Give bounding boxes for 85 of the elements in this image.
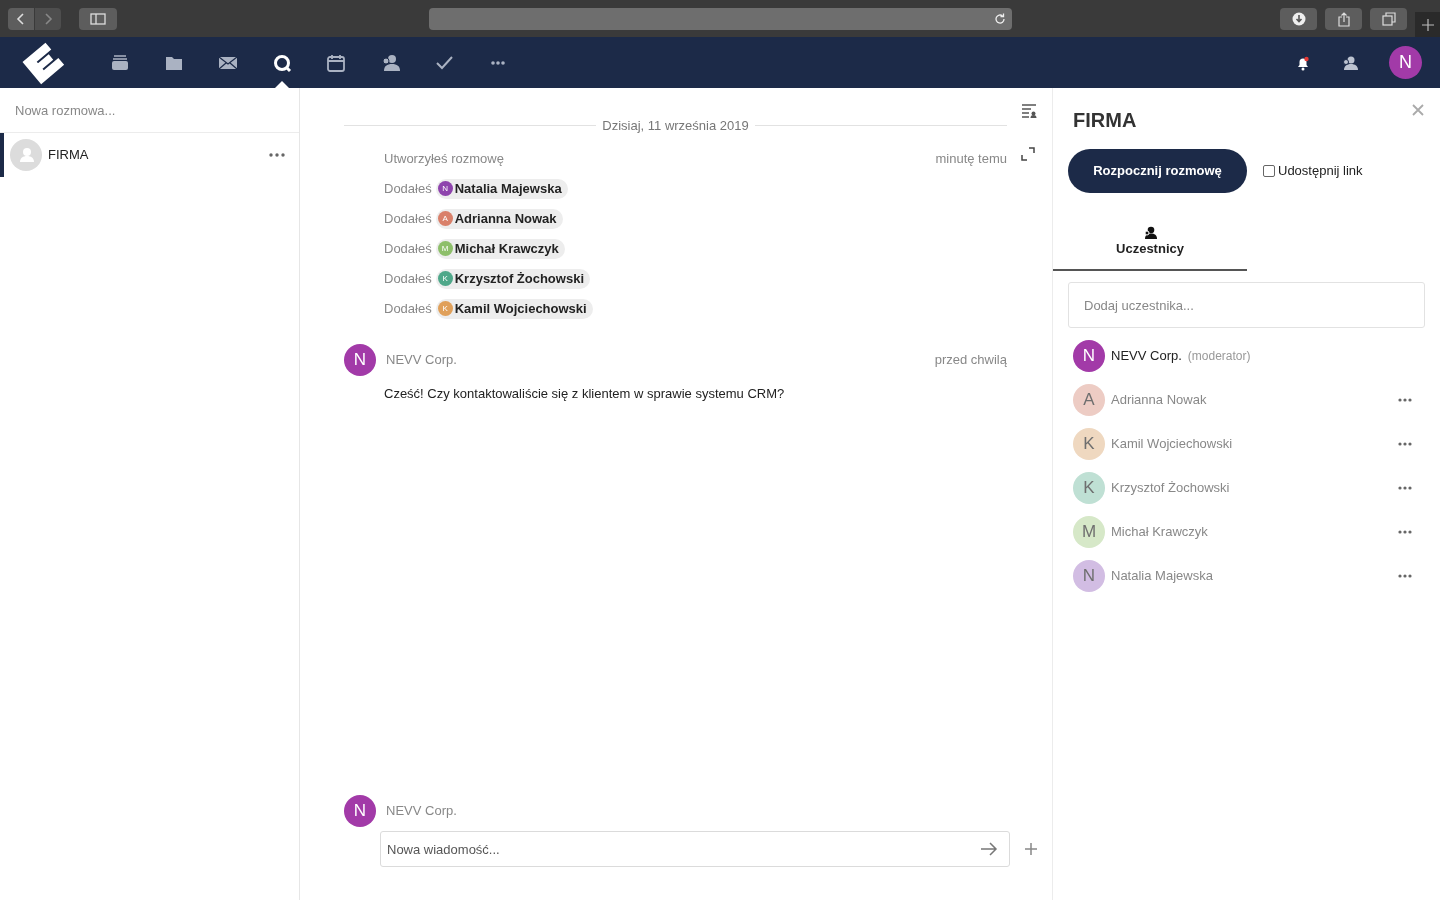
mention-name: Natalia Majewska (454, 179, 562, 198)
back-icon (16, 12, 26, 25)
plus-icon (1421, 18, 1434, 31)
date-separator: Dzisiaj, 11 września 2019 (601, 117, 750, 135)
participant-name: Michał Krawczyk (1111, 523, 1208, 542)
contacts-icon (380, 52, 400, 73)
mention-avatar: M (437, 241, 453, 256)
checkbox[interactable] (1263, 165, 1275, 177)
system-message: Dodałeś (384, 239, 432, 258)
mention-avatar: N (437, 181, 453, 196)
system-message: Utworzyłeś rozmowę (384, 149, 504, 168)
user-mention[interactable]: K Krzysztof Żochowski (435, 268, 590, 289)
more-icon[interactable] (1398, 530, 1412, 534)
user-mention[interactable]: A Adrianna Nowak (435, 208, 563, 229)
participant-avatar: N (1073, 560, 1105, 592)
new-tab-button[interactable] (1415, 12, 1440, 37)
participant-avatar: N (1073, 340, 1105, 372)
chat-icon (272, 52, 292, 73)
calendar-icon (326, 52, 346, 73)
contacts-icon[interactable] (1341, 54, 1359, 71)
participant-name: Kamil Wojciechowski (1111, 435, 1233, 454)
more-icon[interactable] (1398, 486, 1412, 490)
tab[interactable]: Uczestnicy (1053, 215, 1247, 271)
participant-role: (moderator) (1187, 348, 1251, 365)
share-button[interactable] (1325, 8, 1362, 30)
participant-name: NEVV Corp. (1111, 347, 1182, 366)
participant-avatar: K (1073, 428, 1105, 460)
participant-avatar: K (1073, 472, 1105, 504)
avatar: N (344, 343, 376, 376)
participant-name: Krzysztof Żochowski (1111, 479, 1230, 498)
system-message: Dodałeś (384, 299, 432, 318)
downloads-button[interactable] (1280, 8, 1317, 30)
tabs-icon (1381, 12, 1396, 26)
sidebar-toggle-icon[interactable] (1021, 103, 1037, 119)
sidebar-icon (90, 12, 106, 25)
user-mention[interactable]: K Kamil Wojciechowski (435, 298, 593, 319)
user-mention[interactable]: M Michał Krawczyk (435, 238, 565, 259)
timestamp: minutę temu (935, 149, 1007, 168)
mention-avatar: A (437, 211, 453, 226)
panel-title: FIRMA (1073, 108, 1137, 133)
more-icon[interactable] (1398, 442, 1412, 446)
mention-avatar: K (437, 301, 453, 316)
back-button[interactable] (8, 7, 34, 30)
message-input[interactable]: Nowa wiadomość... (380, 831, 1010, 867)
reload-icon[interactable] (994, 13, 1006, 25)
more-icon[interactable] (269, 153, 285, 157)
tabs-button[interactable] (1370, 8, 1407, 30)
mention-avatar: K (437, 271, 453, 286)
conversation-name: FIRMA (48, 146, 90, 165)
participant-name: Natalia Majewska (1111, 567, 1213, 586)
system-message: Dodałeś (384, 269, 432, 288)
add-participant-field[interactable]: Dodaj uczestnika... (1068, 282, 1425, 328)
participant-name: Adrianna Nowak (1111, 391, 1207, 410)
start-call-button[interactable]: Rozpocznij rozmowę (1068, 149, 1247, 193)
message-text: Cześć! Czy kontaktowaliście się z klientem w sprawie systemu CRM? (384, 384, 786, 403)
user-mention[interactable]: N Natalia Majewska (435, 178, 568, 199)
participant-avatar: A (1073, 384, 1105, 416)
download-icon (1291, 12, 1306, 26)
checkbox-label: Udostępnij link (1278, 162, 1363, 181)
share-icon (1337, 11, 1350, 27)
mention-name: Kamil Wojciechowski (454, 299, 587, 318)
user-avatar[interactable]: N (1389, 46, 1422, 79)
timestamp: przed chwilą (934, 350, 1007, 369)
mention-name: Adrianna Nowak (454, 209, 557, 228)
stack-icon (110, 52, 130, 73)
group-avatar-icon (10, 139, 42, 171)
participants-icon (1143, 225, 1157, 239)
notification-bell-icon[interactable] (1295, 54, 1311, 71)
avatar: N (344, 795, 376, 827)
author-name: NEVV Corp. (386, 350, 457, 369)
conversation-item[interactable]: FIRMA (0, 133, 299, 177)
send-icon[interactable] (980, 842, 998, 856)
sidebar-toggle-button[interactable] (79, 7, 117, 30)
author-name: NEVV Corp. (386, 802, 457, 821)
system-message: Dodałeś (384, 209, 432, 228)
system-message: Dodałeś (384, 179, 432, 198)
forward-icon (43, 12, 53, 25)
more-icon[interactable] (1398, 574, 1412, 578)
mention-name: Krzysztof Żochowski (454, 269, 584, 288)
more-icon (491, 60, 505, 65)
mention-name: Michał Krawczyk (454, 239, 559, 258)
search-field[interactable]: Nowa rozmowa... (0, 88, 299, 133)
fullscreen-icon[interactable] (1021, 147, 1035, 161)
more-icon[interactable] (1398, 398, 1412, 402)
participant-avatar: M (1073, 516, 1105, 548)
